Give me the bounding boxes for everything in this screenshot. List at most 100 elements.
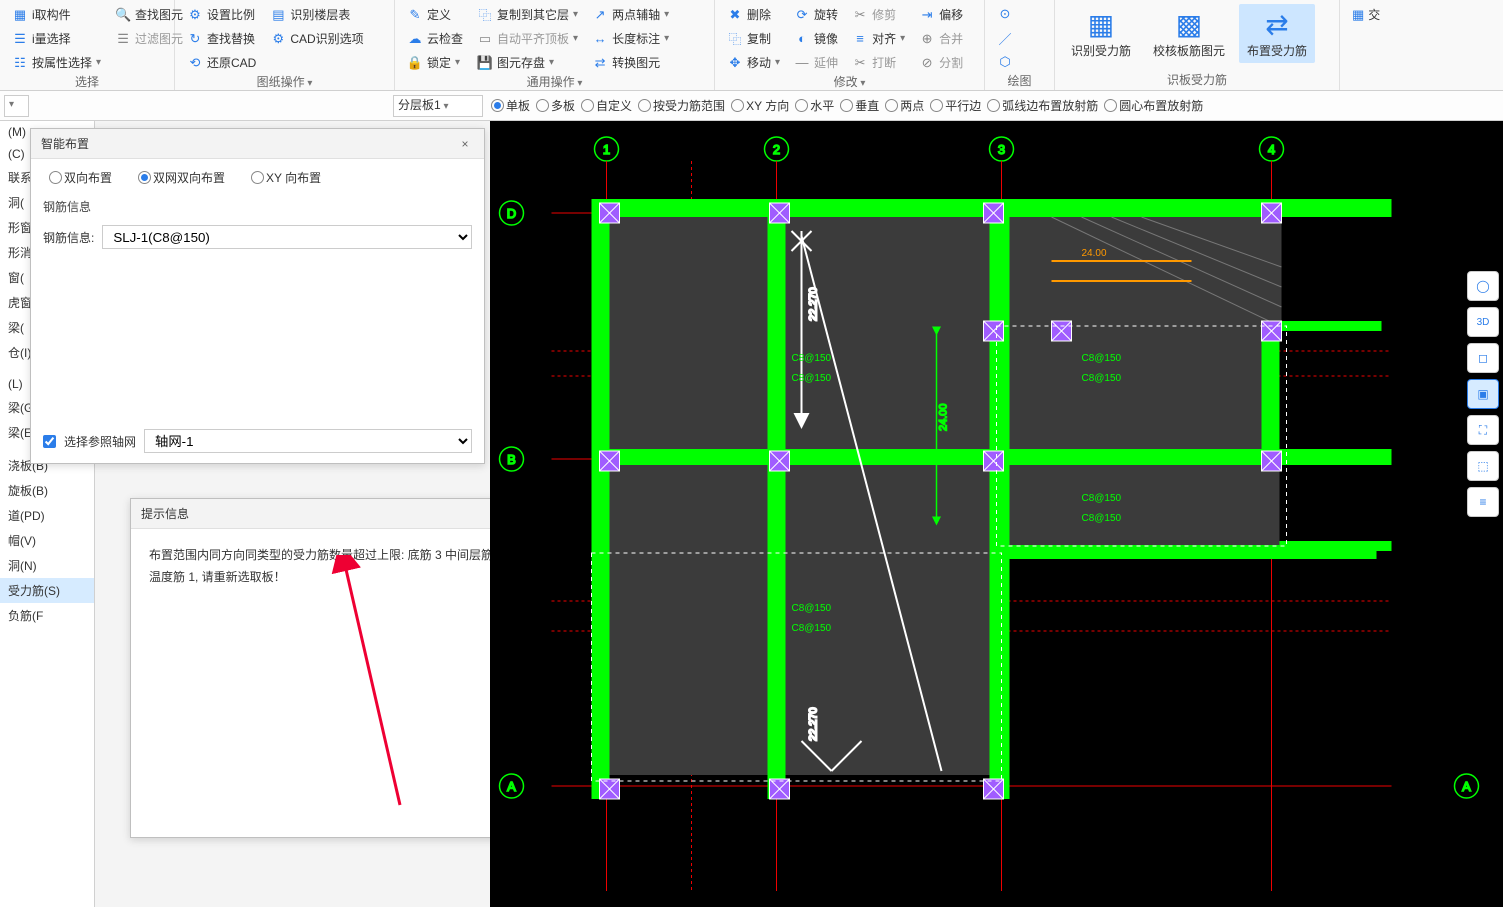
svg-text:A: A bbox=[1462, 779, 1471, 794]
tree-item[interactable]: 受力筋(S) bbox=[0, 578, 94, 603]
btn-set-scale[interactable]: ⚙设置比例 bbox=[183, 4, 260, 25]
btn-select-by-prop[interactable]: ☷按属性选择 bbox=[8, 52, 105, 73]
tree-item[interactable]: 帽(V) bbox=[0, 528, 94, 553]
btn-cloud-check[interactable]: ☁云检查 bbox=[403, 28, 467, 49]
btn-detect-rebar[interactable]: ▦识别受力筋 bbox=[1063, 4, 1139, 63]
btn-merge[interactable]: ⊕合并 bbox=[915, 28, 967, 49]
svg-text:D: D bbox=[507, 206, 516, 221]
drawing-canvas[interactable]: 1234 DBAA bbox=[490, 121, 1503, 907]
view-3d-icon[interactable]: 3D bbox=[1467, 307, 1499, 337]
svg-text:C8@150: C8@150 bbox=[1082, 373, 1122, 384]
radio-两点[interactable]: 两点 bbox=[885, 97, 924, 114]
group-drawing-label[interactable]: 图纸操作 bbox=[183, 73, 386, 92]
btn-delete[interactable]: ✖删除 bbox=[723, 4, 784, 25]
smart-radio-XY 向布置[interactable]: XY 向布置 bbox=[251, 169, 321, 186]
svg-text:3: 3 bbox=[998, 142, 1005, 157]
btn-copy[interactable]: ⿻复制 bbox=[723, 28, 784, 49]
rebar-field-label: 钢筋信息: bbox=[43, 229, 94, 246]
btn-convert-elem[interactable]: ⇄转换图元 bbox=[588, 52, 673, 73]
btn-find-replace[interactable]: ↻查找替换 bbox=[183, 28, 260, 49]
btn-define[interactable]: ✎定义 bbox=[403, 4, 467, 25]
svg-text:4: 4 bbox=[1268, 142, 1275, 157]
svg-text:C8@150: C8@150 bbox=[792, 353, 832, 364]
rebar-select[interactable]: SLJ-1(C8@150) bbox=[102, 225, 472, 249]
svg-text:22.270: 22.270 bbox=[808, 707, 820, 741]
btn-bulk-select[interactable]: ☰i量选择 bbox=[8, 28, 105, 49]
btn-mirror[interactable]: ◐镜像 bbox=[790, 28, 842, 49]
group-common-label[interactable]: 通用操作 bbox=[403, 73, 706, 92]
radio-按受力筋范围[interactable]: 按受力筋范围 bbox=[638, 97, 725, 114]
view-orbit-icon[interactable]: ◯ bbox=[1467, 271, 1499, 301]
btn-restore-cad[interactable]: ⟲还原CAD bbox=[183, 52, 260, 73]
btn-break[interactable]: ✂打断 bbox=[848, 52, 909, 73]
btn-rotate[interactable]: ⟳旋转 bbox=[790, 4, 842, 25]
view-region-icon[interactable]: ⬚ bbox=[1467, 451, 1499, 481]
draw-point[interactable]: ⊙ bbox=[993, 4, 1017, 24]
btn-lock[interactable]: 🔒锁定 bbox=[403, 52, 467, 73]
group-modify-label[interactable]: 修改 bbox=[723, 73, 976, 92]
option-bar: 分层板1 单板多板自定义按受力筋范围 XY 方向水平垂直两点平行边弧线边布置放射筋… bbox=[0, 91, 1503, 121]
svg-text:C8@150: C8@150 bbox=[792, 623, 832, 634]
btn-copy-floor[interactable]: ⿻复制到其它层 bbox=[473, 4, 582, 25]
btn-two-point-axis[interactable]: ↗两点辅轴 bbox=[588, 4, 673, 25]
group-slab-label: 识板受力筋 bbox=[1063, 71, 1331, 90]
view-layers-icon[interactable]: ≡ bbox=[1467, 487, 1499, 517]
svg-text:C8@150: C8@150 bbox=[792, 373, 832, 384]
tree-item[interactable]: 负筋(F bbox=[0, 603, 94, 628]
radio-平行边[interactable]: 平行边 bbox=[930, 97, 981, 114]
tree-item[interactable]: 旋板(B) bbox=[0, 478, 94, 503]
radio-圆心布置放射筋[interactable]: 圆心布置放射筋 bbox=[1104, 97, 1203, 114]
radio-自定义[interactable]: 自定义 bbox=[581, 97, 632, 114]
svg-text:24.00: 24.00 bbox=[1082, 248, 1107, 259]
btn-align[interactable]: ≡对齐 bbox=[848, 28, 909, 49]
group-draw-label: 绘图 bbox=[993, 72, 1046, 91]
btn-save-elem[interactable]: 💾图元存盘 bbox=[473, 52, 582, 73]
radio-单板[interactable]: 单板 bbox=[491, 97, 530, 114]
svg-text:1: 1 bbox=[603, 142, 610, 157]
msg-title: 提示信息 bbox=[141, 505, 189, 522]
draw-poly[interactable]: ⬡ bbox=[993, 52, 1017, 72]
ribbon: ▦i取构件 ☰i量选择 ☷按属性选择 🔍查找图元 ☰过滤图元 选择 ⚙设置比例 … bbox=[0, 0, 1503, 91]
sel-1[interactable] bbox=[4, 95, 29, 117]
btn-cad-options[interactable]: ⚙CAD识别选项 bbox=[266, 28, 367, 49]
smart-radio-双向布置[interactable]: 双向布置 bbox=[49, 169, 112, 186]
smart-radio-双网双向布置[interactable]: 双网双向布置 bbox=[138, 169, 225, 186]
radio-水平[interactable]: 水平 bbox=[795, 97, 834, 114]
svg-text:A: A bbox=[507, 779, 516, 794]
rebar-section-title: 钢筋信息 bbox=[43, 198, 472, 215]
sel-layer[interactable]: 分层板1 bbox=[393, 95, 483, 117]
btn-intersect[interactable]: ▦交 bbox=[1348, 4, 1377, 25]
radio-多板[interactable]: 多板 bbox=[536, 97, 575, 114]
svg-text:24.00: 24.00 bbox=[938, 403, 950, 431]
btn-extend[interactable]: —延伸 bbox=[790, 52, 842, 73]
btn-check-slab[interactable]: ▩校核板筋图元 bbox=[1145, 4, 1233, 63]
btn-pick-component[interactable]: ▦i取构件 bbox=[8, 4, 105, 25]
btn-move[interactable]: ✥移动 bbox=[723, 52, 784, 73]
btn-trim[interactable]: ✂修剪 bbox=[848, 4, 909, 25]
radio-XY 方向[interactable]: XY 方向 bbox=[731, 97, 789, 114]
chk-ref-axis[interactable] bbox=[43, 435, 56, 448]
tree-item[interactable]: 洞(N) bbox=[0, 553, 94, 578]
svg-text:C8@150: C8@150 bbox=[792, 603, 832, 614]
svg-text:C8@150: C8@150 bbox=[1082, 353, 1122, 364]
draw-line[interactable]: ／ bbox=[993, 28, 1017, 48]
axis-select[interactable]: 轴网-1 bbox=[144, 429, 472, 453]
smart-close-icon[interactable]: × bbox=[456, 137, 474, 151]
btn-offset[interactable]: ⇥偏移 bbox=[915, 4, 967, 25]
radio-垂直[interactable]: 垂直 bbox=[840, 97, 879, 114]
view-iso-icon[interactable]: ▣ bbox=[1467, 379, 1499, 409]
btn-layout-rebar[interactable]: ⇄布置受力筋 bbox=[1239, 4, 1315, 63]
btn-auto-top[interactable]: ▭自动平齐顶板 bbox=[473, 28, 582, 49]
radio-弧线边布置放射筋[interactable]: 弧线边布置放射筋 bbox=[987, 97, 1098, 114]
smart-title: 智能布置 bbox=[41, 135, 89, 152]
tree-item[interactable]: 道(PD) bbox=[0, 503, 94, 528]
view-fit-icon[interactable]: ⛶ bbox=[1467, 415, 1499, 445]
svg-text:2: 2 bbox=[773, 142, 780, 157]
view-top-icon[interactable]: ◻ bbox=[1467, 343, 1499, 373]
btn-split[interactable]: ⊘分割 bbox=[915, 52, 967, 73]
group-select-label: 选择 bbox=[8, 73, 166, 92]
svg-text:C8@150: C8@150 bbox=[1082, 513, 1122, 524]
btn-length-dim[interactable]: ↔长度标注 bbox=[588, 28, 673, 49]
btn-detect-floor[interactable]: ▤识别楼层表 bbox=[266, 4, 367, 25]
smart-layout-panel: 智能布置 × 双向布置 双网双向布置 XY 向布置 钢筋信息 钢筋信息: SLJ-1… bbox=[30, 128, 485, 464]
